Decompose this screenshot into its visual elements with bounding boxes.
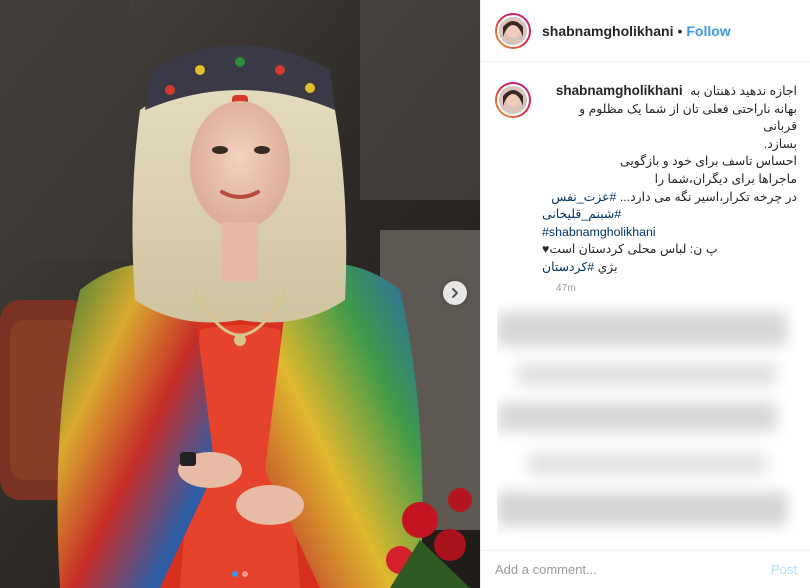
avatar-image [497,14,529,47]
instagram-post: shabnamgholikhani • Follow اجازه ندهید ذ… [0,0,810,588]
hashtag-link[interactable]: #عزت_نفس [551,190,616,204]
carousel-indicator [0,571,480,577]
carousel-dot [232,571,238,577]
caption-line: ماجراها برای دیگران،شما را [654,171,797,186]
caption-line: احساس تاسف برای خود و بازگویی [620,154,797,169]
follow-button[interactable]: Follow [686,23,730,39]
caption-username[interactable]: shabnamgholikhani [556,83,683,98]
caption-line: ♥پ ن: لباس محلی کردستان است [542,242,718,257]
caption-text: اجازه ندهید ذهنتان به shabnamgholikhani … [542,82,797,277]
post-comment-button[interactable]: Post [771,562,797,577]
avatar-image [497,84,529,116]
caption-line: اجازه ندهید ذهنتان به shabnamgholikhani [542,82,797,101]
post-header: shabnamgholikhani • Follow [481,0,810,62]
portrait-image [0,0,480,588]
caption-line: شبنم_قلیخانی# [542,206,797,224]
post-timestamp[interactable]: 47m [556,283,797,294]
avatar[interactable] [495,12,531,49]
post-side-panel: shabnamgholikhani • Follow اجازه ندهید ذ… [480,0,810,588]
add-comment-bar: Post [481,550,810,588]
comment-input[interactable] [495,562,771,577]
comments-section: اجازه ندهید ذهنتان به shabnamgholikhani … [481,62,810,550]
hashtag-link[interactable]: #کردستان [542,260,594,274]
hashtag-link[interactable]: شبنم_قلیخانی# [542,207,621,221]
post-photo[interactable] [0,0,480,588]
caption-line-text: در چرخه تکرار،اسیر نگه می دارد... [616,189,797,204]
caption-line: در چرخه تکرار،اسیر نگه می دارد... #عزت_ن… [542,189,797,207]
caption-line: بهانه ناراحتی فعلی تان از شما یک مظلوم و… [579,101,797,134]
separator: • [677,22,683,39]
caption-line: بسازد. [763,136,797,151]
next-slide-button[interactable] [443,281,467,305]
caption-avatar[interactable] [495,82,531,118]
caption-line: بژي #کردستان [542,259,797,277]
chevron-right-icon [452,288,458,298]
caption-row: اجازه ندهید ذهنتان به shabnamgholikhani … [495,82,797,277]
blurred-comments [497,302,797,538]
caption-line: #shabnamgholikhani [542,224,797,242]
caption-line-text: بژي [594,259,618,274]
header-username[interactable]: shabnamgholikhani [542,23,673,39]
caption-line-text: اجازه ندهید ذهنتان به [690,84,797,98]
carousel-dot [242,571,248,577]
hashtag-link[interactable]: #shabnamgholikhani [542,225,656,239]
